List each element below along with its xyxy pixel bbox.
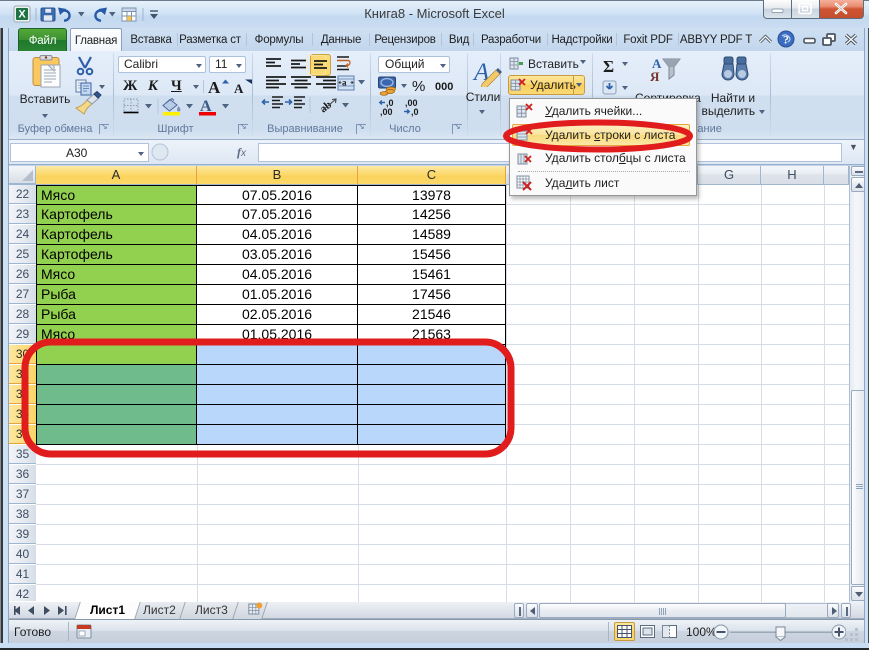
svg-text:?: ? [783, 33, 789, 47]
svg-text:A: A [208, 78, 221, 96]
svg-text:000: 000 [435, 81, 453, 93]
svg-text:,00: ,00 [380, 107, 393, 117]
svg-text:A: A [234, 81, 244, 96]
svg-text:a: a [342, 78, 347, 88]
svg-text:,0: ,0 [411, 107, 419, 117]
svg-text:%: % [412, 78, 425, 95]
svg-text:Σ: Σ [603, 57, 614, 76]
svg-text:X: X [18, 9, 26, 21]
svg-text:Я: Я [650, 69, 660, 84]
